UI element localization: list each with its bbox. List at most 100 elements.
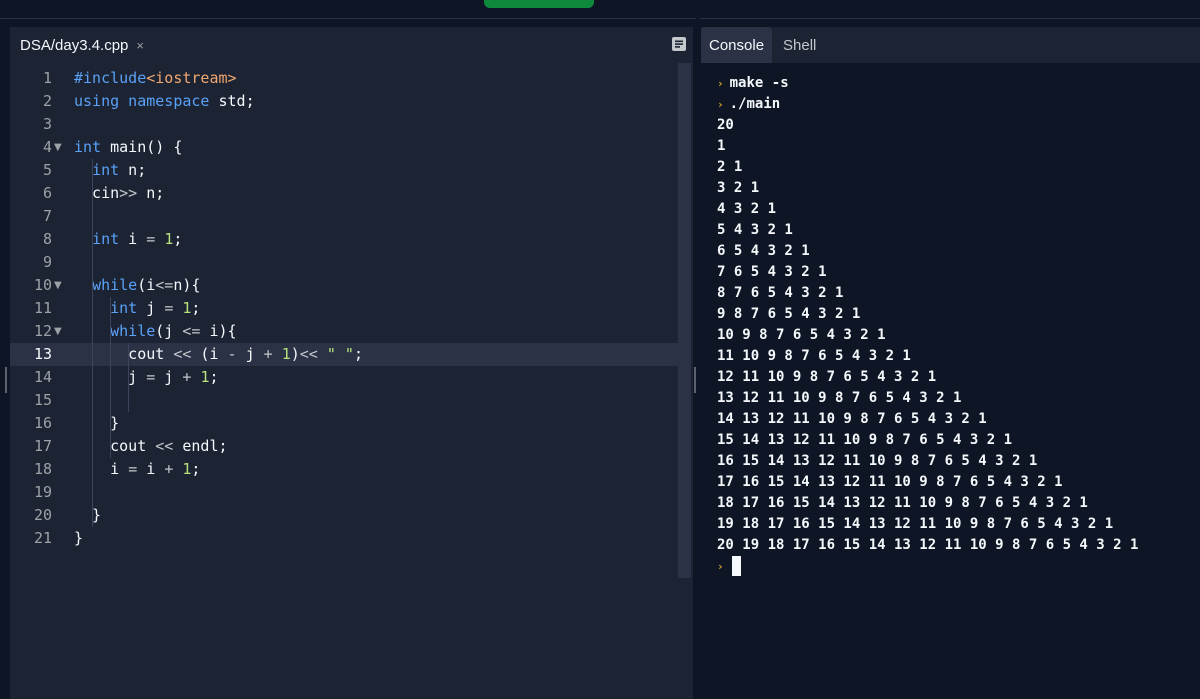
prompt-chevron-icon: ›	[717, 77, 724, 90]
editor-scrollbar[interactable]	[678, 63, 691, 578]
console-output-line: 3 2 1	[717, 180, 760, 196]
fold-arrow-icon[interactable]: ▼	[54, 320, 62, 343]
code-token: n;	[119, 161, 147, 179]
code-token: int	[92, 161, 120, 179]
fold-arrow-icon[interactable]: ▼	[54, 136, 62, 159]
console-output-line: 7 6 5 4 3 2 1	[717, 264, 827, 280]
console-output-line: 1	[717, 138, 726, 154]
code-token: <iostream>	[146, 69, 237, 87]
code-line[interactable]: 18 i = i + 1;	[10, 458, 678, 481]
console-pane: Console Shell › make -s › ./main 20 1 2 1 3 2 1…	[701, 27, 1200, 699]
code-token: n;	[137, 184, 165, 202]
tab-console[interactable]: Console	[701, 27, 773, 63]
code-token: int	[74, 138, 102, 156]
pane-splitter[interactable]	[696, 0, 700, 699]
tab-shell[interactable]: Shell	[775, 27, 824, 63]
code-token: ;	[209, 368, 219, 386]
console-input-line[interactable]: ›	[717, 556, 741, 577]
indent-guide	[92, 159, 93, 527]
code-line[interactable]: 2 using namespace std;	[10, 90, 678, 113]
line-number: 12	[33, 322, 52, 340]
code-token: (j	[155, 322, 183, 340]
code-token: j	[236, 345, 264, 363]
left-drag-handle[interactable]	[5, 367, 7, 393]
line-number: 20	[33, 506, 52, 524]
file-tab-label: DSA/day3.4.cpp	[20, 36, 129, 54]
console-command: › make -s	[717, 73, 789, 94]
line-number: 16	[33, 414, 52, 432]
code-line[interactable]: 7	[10, 205, 678, 228]
line-number: 3	[42, 115, 52, 133]
console-output-line: 11 10 9 8 7 6 5 4 3 2 1	[717, 348, 911, 364]
console-output-line: 6 5 4 3 2 1	[717, 243, 810, 259]
code-token: <<	[299, 345, 318, 363]
code-token: <=	[182, 322, 201, 340]
code-token: i	[74, 460, 129, 478]
code-line[interactable]: 5 int n;	[10, 159, 678, 182]
prompt-chevron-icon: ›	[717, 560, 724, 573]
code-token: (i	[137, 276, 156, 294]
code-token: =	[146, 368, 156, 386]
top-bar	[0, 0, 1200, 19]
code-token: main() {	[101, 138, 183, 156]
line-number: 10	[33, 276, 52, 294]
code-token: while	[92, 276, 138, 294]
code-line[interactable]: 19	[10, 481, 678, 504]
code-line[interactable]: 6 cin>> n;	[10, 182, 678, 205]
close-icon[interactable]: ×	[136, 38, 144, 53]
code-token: 1	[281, 345, 291, 363]
line-number: 18	[33, 460, 52, 478]
command-text: make -s	[729, 75, 789, 91]
code-token: i	[137, 460, 165, 478]
console-output-line: 20 19 18 17 16 15 14 13 12 11 10 9 8 7 6…	[717, 537, 1139, 553]
code-token: std;	[209, 92, 255, 110]
outline-icon[interactable]	[671, 36, 687, 52]
line-number: 2	[42, 92, 52, 110]
code-line[interactable]: 20 }	[10, 504, 678, 527]
code-token: #include	[74, 69, 147, 87]
console-output-line: 4 3 2 1	[717, 201, 777, 217]
fold-arrow-icon[interactable]: ▼	[54, 274, 62, 297]
code-token: n){	[173, 276, 201, 294]
code-line[interactable]: 10 ▼ while(i<=n){	[10, 274, 678, 297]
code-line[interactable]: 8 int i = 1;	[10, 228, 678, 251]
code-line[interactable]: 21}	[10, 527, 678, 550]
code-token: (i	[191, 345, 228, 363]
file-tab[interactable]: DSA/day3.4.cpp ×	[10, 27, 154, 63]
code-line[interactable]: 1 #include<iostream>	[10, 67, 678, 90]
indent-guide	[110, 297, 111, 458]
code-token: -	[227, 345, 237, 363]
code-token: " "	[326, 345, 354, 363]
console-output-line: 18 17 16 15 14 13 12 11 10 9 8 7 6 5 4 3…	[717, 495, 1088, 511]
console-output-line: 13 12 11 10 9 8 7 6 5 4 3 2 1	[717, 390, 962, 406]
code-token: cout	[74, 437, 156, 455]
code-token: ;	[353, 345, 363, 363]
line-number: 9	[42, 253, 52, 271]
code-area[interactable]: 1 #include<iostream> 2 using namespace std;…	[10, 67, 680, 699]
code-line[interactable]: 9	[10, 251, 678, 274]
code-text: while(j <= i){	[74, 320, 236, 343]
code-text: }	[74, 412, 119, 435]
code-text: int i = 1;	[74, 228, 182, 251]
code-token: }	[74, 506, 102, 524]
code-token: <<	[173, 345, 192, 363]
console-output-line: 12 11 10 9 8 7 6 5 4 3 2 1	[717, 369, 937, 385]
line-number: 7	[42, 207, 52, 225]
code-line[interactable]: 3	[10, 113, 678, 136]
center-drag-handle[interactable]	[694, 367, 696, 393]
code-token: j	[137, 299, 165, 317]
run-button[interactable]	[484, 0, 594, 8]
code-token: =	[146, 230, 156, 248]
code-text: cout << endl;	[74, 435, 227, 458]
code-text: int main() {	[74, 136, 182, 159]
code-line[interactable]: 4 ▼ int main() {	[10, 136, 678, 159]
console-output-line: 5 4 3 2 1	[717, 222, 793, 238]
line-number: 14	[33, 368, 52, 386]
code-token: >>	[119, 184, 138, 202]
console-output[interactable]: › make -s › ./main 20 1 2 1 3 2 1 4 3 2 1 5 4 3 2…	[701, 63, 1200, 699]
code-token: j	[155, 368, 183, 386]
